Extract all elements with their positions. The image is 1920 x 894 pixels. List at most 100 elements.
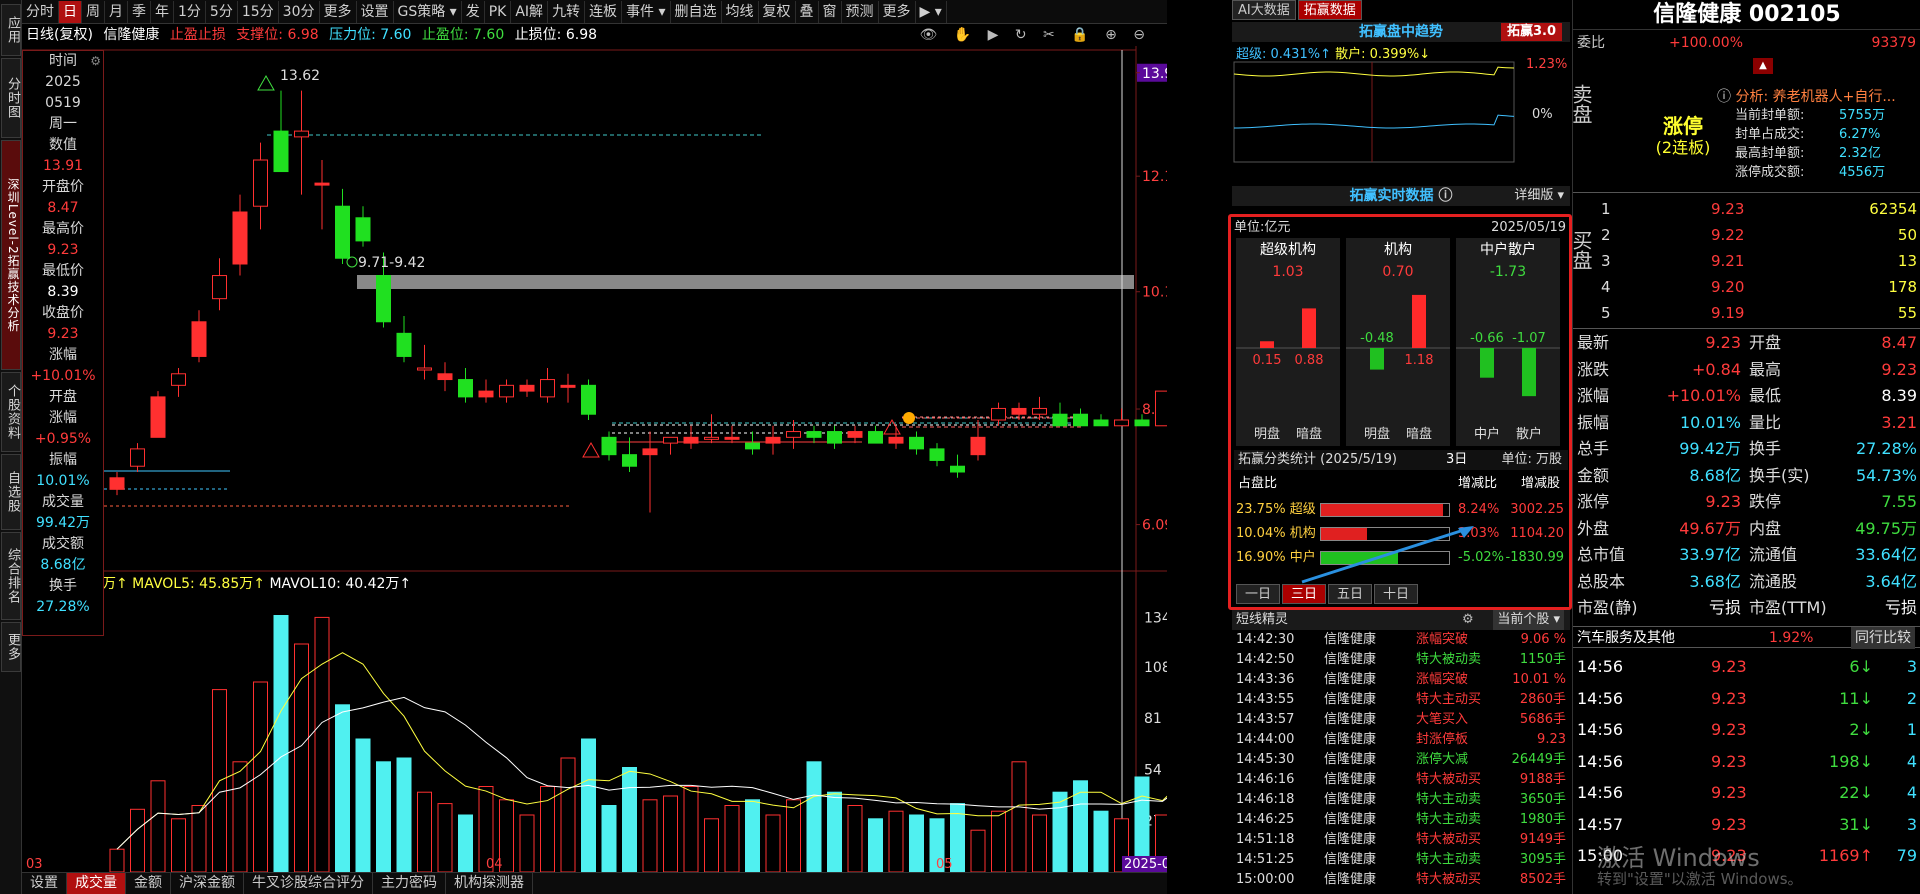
toolbar-item[interactable]: 更多 xyxy=(320,0,357,23)
toolbar-item[interactable]: 月 xyxy=(105,0,128,23)
period-tab[interactable]: 五日 xyxy=(1328,584,1372,604)
tick-row: 14:56 9.23 6↓ 3 xyxy=(1573,652,1920,682)
trade-row[interactable]: 14:42:30 信隆健康 涨幅突破 9.06 % xyxy=(1232,630,1570,650)
flow-bar-chart: 超级机构 1.03 0.15 明盘 0.88 暗盘 机构 0.70 -0.48 明盘 1.18 暗盘 中… xyxy=(1236,238,1560,446)
toolbar-item[interactable]: 预测 xyxy=(842,0,879,23)
toolbar-item[interactable]: 更多 xyxy=(879,0,916,23)
trade-type: 涨幅突破 xyxy=(1416,672,1469,687)
bid-volume: 13 xyxy=(1897,252,1917,270)
trade-row[interactable]: 14:43:57 信隆健康 大笔买入 5686手 xyxy=(1232,710,1570,730)
chart-tool-icons[interactable]: 👁 ✋ ▶ ↻ ✂ 🔒 ⊕ ⊖ xyxy=(920,24,1151,46)
bid-row[interactable]: 5 9.19 55 xyxy=(1573,300,1920,326)
vtab-ranking[interactable]: 综合排名 xyxy=(1,532,21,620)
trade-time: 14:46:16 xyxy=(1236,772,1295,787)
trade-row[interactable]: 14:42:50 信隆健康 特大被动卖 1150手 xyxy=(1232,650,1570,670)
tick-count: 4 xyxy=(1906,751,1917,771)
period-tab[interactable]: 三日 xyxy=(1282,584,1326,604)
toolbar-item[interactable]: 15分 xyxy=(238,0,279,23)
flow-bar xyxy=(1260,341,1274,348)
trade-time: 14:51:25 xyxy=(1236,852,1295,867)
toolbar-item[interactable]: AI解 xyxy=(511,0,549,23)
sector-name[interactable]: 汽车服务及其他 xyxy=(1573,630,1675,646)
toolbar-item[interactable]: 复权 xyxy=(759,0,796,23)
indicator-tab[interactable]: 金额 xyxy=(126,873,171,894)
toolbar-item[interactable]: 删自选 xyxy=(671,0,722,23)
peer-compare-button[interactable]: 同行比较 xyxy=(1851,627,1915,649)
vtab-apps[interactable]: 应用 xyxy=(1,4,21,56)
trade-row[interactable]: 14:46:16 信隆健康 特大被动买 9188手 xyxy=(1232,770,1570,790)
toolbar-item[interactable]: 分时 xyxy=(22,0,59,23)
toolbar-item[interactable]: 日 xyxy=(59,0,82,23)
classify-days[interactable]: 3日 xyxy=(1446,450,1467,470)
volume-bar xyxy=(765,814,781,873)
classify-unit: 单位: 万股 xyxy=(1501,452,1562,467)
bid-row[interactable]: 1 9.23 62354 xyxy=(1573,196,1920,222)
flow-group-total: 1.03 xyxy=(1272,264,1303,280)
trade-row[interactable]: 14:51:18 信隆健康 特大被动买 9149手 xyxy=(1232,830,1570,850)
toolbar-item[interactable]: 叠 xyxy=(796,0,819,23)
toolbar-item[interactable]: 窗 xyxy=(819,0,842,23)
detail-version-dropdown[interactable]: 详细版 ▾ xyxy=(1514,186,1564,206)
trades-scope-select[interactable]: 当前个股 ▾ xyxy=(1493,610,1564,630)
stat-label: 金额 xyxy=(1577,465,1610,485)
toolbar-item[interactable]: 30分 xyxy=(279,0,320,23)
indicator-tab[interactable]: 沪深金额 xyxy=(171,873,244,894)
indicator-tab[interactable]: 机构探测器 xyxy=(446,873,533,894)
analysis-text[interactable]: 分析: 养老机器人+自行... xyxy=(1735,89,1895,105)
indicator-tab[interactable]: 牛叉诊股综合评分 xyxy=(244,873,373,894)
limit-info-value: 5755万 xyxy=(1839,108,1886,123)
toolbar-item[interactable]: ▶ ▾ xyxy=(916,0,947,23)
toolbar-item[interactable]: 周 xyxy=(82,0,105,23)
toolbar-item[interactable]: 季 xyxy=(128,0,151,23)
data-panel-row: 振幅 xyxy=(49,452,77,468)
indicator-tab[interactable]: 成交量 xyxy=(67,873,126,894)
collapse-chevron-icon[interactable]: ▲ xyxy=(1753,58,1773,74)
trade-row[interactable]: 15:00:00 信隆健康 特大被动买 8502手 xyxy=(1232,870,1570,890)
tuoying-version-button[interactable]: 拓赢3.0 xyxy=(1500,23,1562,41)
trade-row[interactable]: 14:45:30 信隆健康 涨停大减 26449手 xyxy=(1232,750,1570,770)
toolbar-item[interactable]: PK xyxy=(485,0,512,23)
toolbar-item[interactable]: 1分 xyxy=(174,0,206,23)
vtab-watchlist[interactable]: 自选股 xyxy=(1,454,21,530)
stat-value: 8.68亿 xyxy=(1689,465,1741,485)
period-tab[interactable]: 十日 xyxy=(1374,584,1418,604)
candle-body xyxy=(581,384,596,415)
trade-row[interactable]: 14:46:18 信隆健康 特大主动卖 3650手 xyxy=(1232,790,1570,810)
indicator-tab[interactable]: 设置 xyxy=(22,873,67,894)
tag-stopgain[interactable]: 止盈止损 xyxy=(170,27,226,43)
price-tick-label: 6.09 xyxy=(1142,518,1167,534)
vtab-technical[interactable]: 深圳Level-2拓赢技术分析 xyxy=(1,140,21,370)
trade-row[interactable]: 14:46:25 信隆健康 特大主动卖 1980手 xyxy=(1232,810,1570,830)
vtab-profile[interactable]: 个股资料 xyxy=(1,372,21,452)
price-tick-label: 13.91 xyxy=(1142,66,1167,82)
toolbar-item[interactable]: 年 xyxy=(151,0,174,23)
tab-ai-bigdata[interactable]: AI大数据 xyxy=(1232,0,1296,20)
tab-tuoying-data[interactable]: 拓赢数据 xyxy=(1297,0,1362,20)
indicator-tab[interactable]: 主力密码 xyxy=(373,873,446,894)
toolbar-item[interactable]: GS策略 ▾ xyxy=(394,0,462,23)
tick-row: 14:56 9.23 2↓ 1 xyxy=(1573,715,1920,745)
trade-row[interactable]: 14:44:00 信隆健康 封涨停板 9.23 xyxy=(1232,730,1570,750)
toolbar-item[interactable]: 5分 xyxy=(206,0,238,23)
period-tab[interactable]: 一日 xyxy=(1236,584,1280,604)
stat-label: 最新 xyxy=(1577,333,1610,352)
info-icon[interactable]: ⓘ xyxy=(1438,188,1452,204)
toolbar-item[interactable]: 设置 xyxy=(357,0,394,23)
trade-row[interactable]: 14:51:25 信隆健康 特大主动卖 3095手 xyxy=(1232,850,1570,870)
toolbar-item[interactable]: 连板 xyxy=(585,0,623,23)
vtab-intraday[interactable]: 分时图 xyxy=(1,58,21,138)
toolbar-item[interactable]: 发 xyxy=(462,0,485,23)
bid-row[interactable]: 4 9.20 178 xyxy=(1573,274,1920,300)
vtab-more[interactable]: 更多 xyxy=(1,622,21,672)
gear-icon[interactable]: ⚙ xyxy=(1462,610,1474,630)
gear-icon[interactable]: ⚙ xyxy=(90,51,101,72)
trade-row[interactable]: 14:43:36 信隆健康 涨幅突破 10.01 % xyxy=(1232,670,1570,690)
trade-row[interactable]: 14:43:55 信隆健康 特大主动买 2860手 xyxy=(1232,690,1570,710)
toolbar-item[interactable]: 均线 xyxy=(722,0,759,23)
resistance-band xyxy=(357,275,1134,289)
toolbar-item[interactable]: 事件 ▾ xyxy=(622,0,671,23)
bid-row[interactable]: 2 9.22 50 xyxy=(1573,222,1920,248)
kline-chart-area[interactable]: 13.9112.1210.128.096.0913.629.71-9.42万↑ … xyxy=(22,46,1167,876)
toolbar-item[interactable]: 九转 xyxy=(548,0,586,23)
bid-row[interactable]: 3 9.21 13 xyxy=(1573,248,1920,274)
